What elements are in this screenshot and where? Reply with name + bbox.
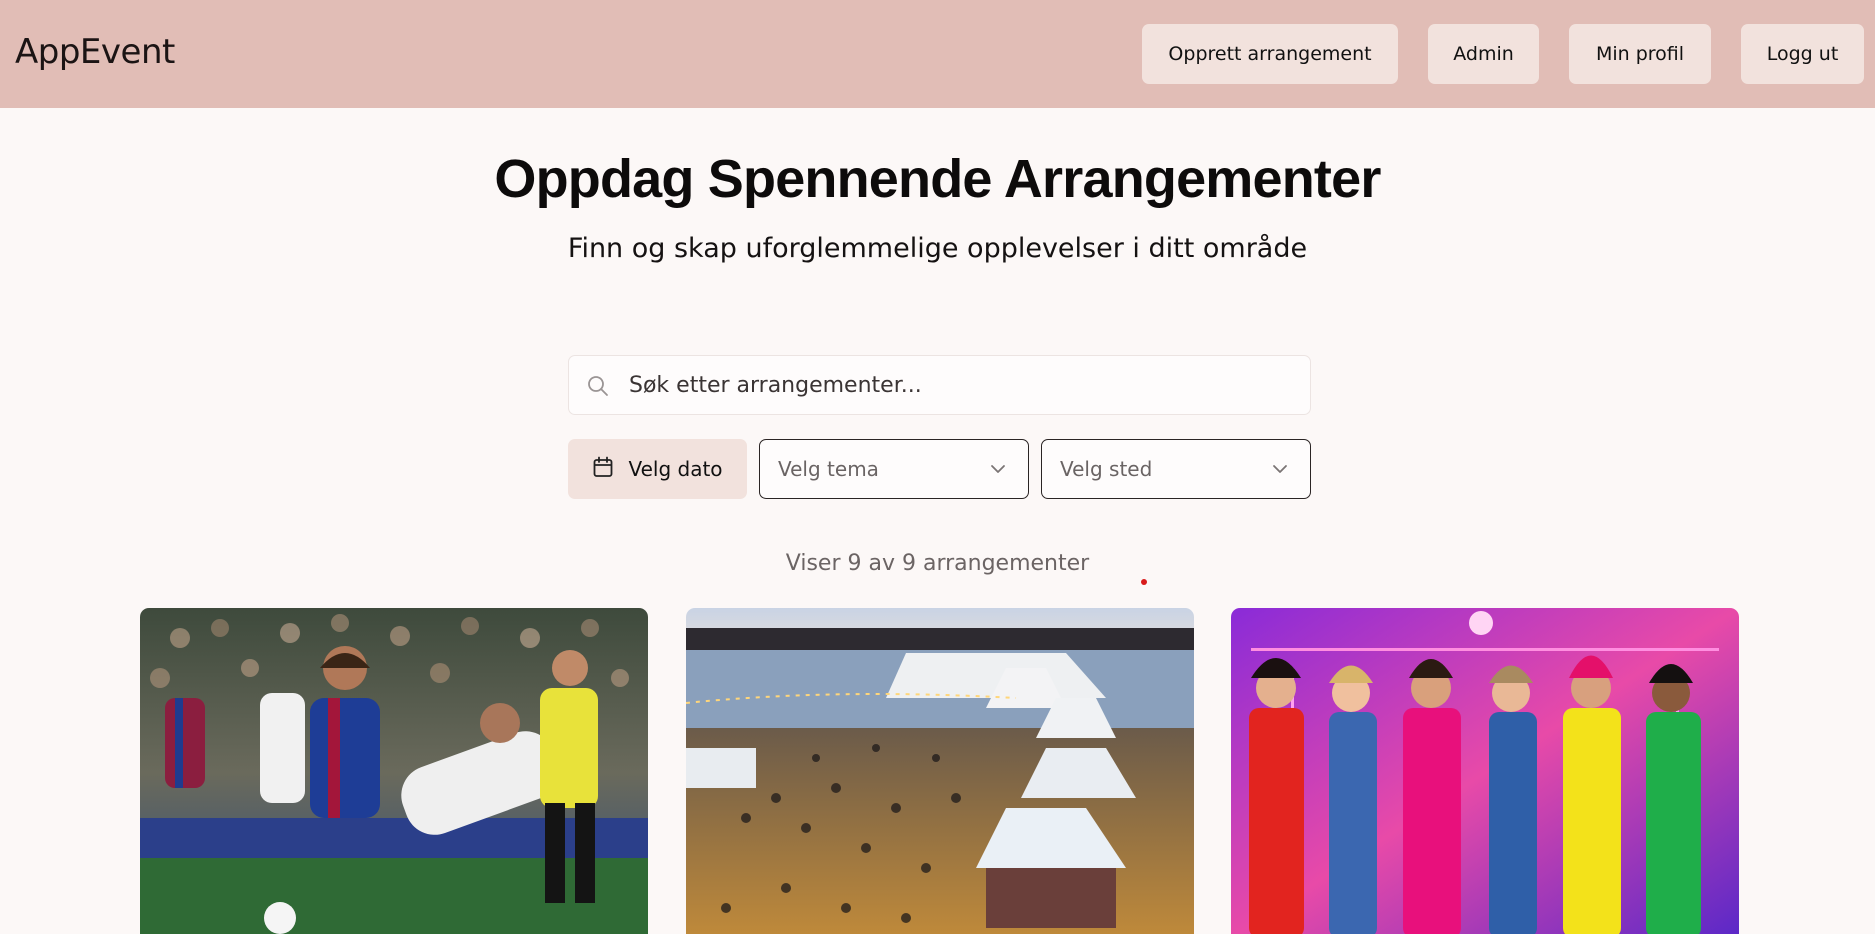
waterfront-market-image: [686, 608, 1194, 934]
top-navigation-bar: AppEvent Opprett arrangement Admin Min p…: [0, 0, 1875, 108]
chevron-down-icon: [990, 461, 1006, 477]
date-picker-label: Velg dato: [628, 457, 723, 481]
event-card-football[interactable]: [140, 608, 648, 934]
app-logo[interactable]: AppEvent: [15, 32, 175, 72]
create-event-button[interactable]: Opprett arrangement: [1142, 24, 1398, 84]
calendar-icon: [592, 456, 614, 483]
cursor-indicator-dot: [1141, 579, 1147, 585]
place-select[interactable]: Velg sted: [1041, 439, 1311, 499]
event-card-waterfront-market[interactable]: [686, 608, 1194, 934]
page-title: Oppdag Spennende Arrangementer: [494, 149, 1381, 209]
event-card-retro-party[interactable]: [1231, 608, 1739, 934]
admin-button[interactable]: Admin: [1428, 24, 1539, 84]
retro-party-image: [1231, 608, 1739, 934]
football-match-image: [140, 608, 648, 934]
logout-button[interactable]: Logg ut: [1741, 24, 1864, 84]
page-subtitle: Finn og skap uforglemmelige opplevelser …: [567, 233, 1308, 264]
chevron-down-icon: [1272, 461, 1288, 477]
theme-select-placeholder: Velg tema: [778, 457, 879, 481]
results-count: Viser 9 av 9 arrangementer: [785, 551, 1090, 576]
place-select-placeholder: Velg sted: [1060, 457, 1153, 481]
search-box[interactable]: [568, 355, 1311, 415]
search-icon: [587, 375, 609, 397]
theme-select[interactable]: Velg tema: [759, 439, 1029, 499]
date-picker-button[interactable]: Velg dato: [568, 439, 747, 499]
search-input[interactable]: [629, 356, 1299, 414]
my-profile-button[interactable]: Min profil: [1569, 24, 1711, 84]
